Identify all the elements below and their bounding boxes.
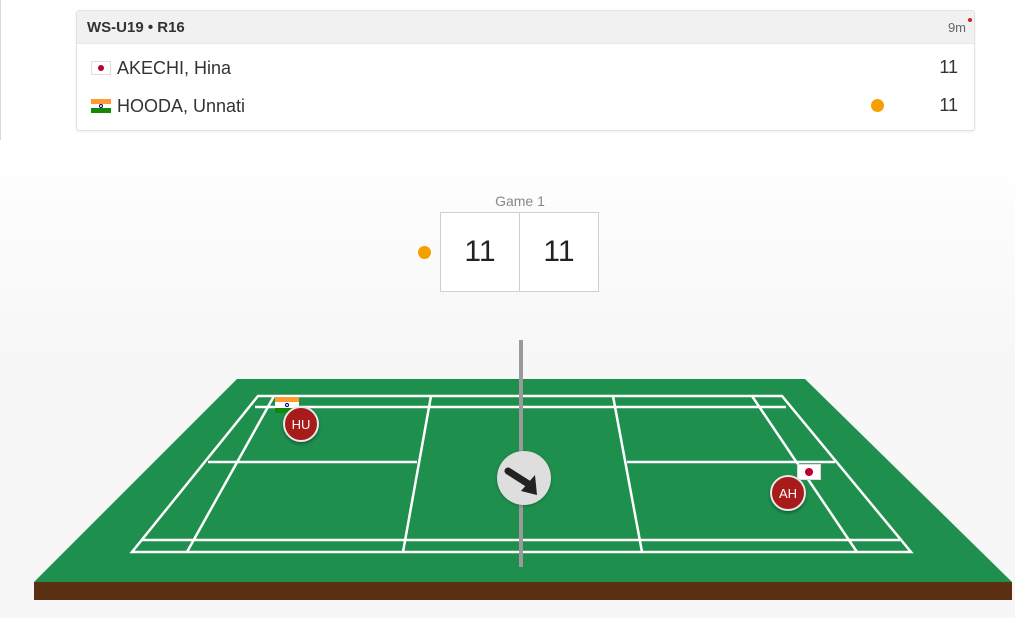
player-score: 11 [939, 95, 958, 115]
game-label: Game 1 [495, 193, 545, 209]
player-name: HOODA, Unnati [117, 96, 246, 116]
india-flag-icon [91, 99, 111, 113]
player-score: 11 [939, 57, 958, 77]
event-round-label: WS-U19 • R16 [87, 19, 185, 36]
player-marker-akechi[interactable]: AH [770, 475, 806, 511]
match-header: WS-U19 • R16 9m [77, 11, 974, 44]
player-row-akechi: AKECHI, Hina 11 [77, 51, 974, 85]
game-score-right: 11 [519, 213, 598, 291]
serve-indicator-icon [871, 99, 884, 112]
japan-flag-icon [91, 61, 111, 75]
player-marker-hooda[interactable]: HU [283, 406, 319, 442]
court-base [34, 582, 1012, 600]
game-score-box: 11 11 [440, 212, 599, 292]
serve-indicator-icon [418, 246, 431, 259]
japan-flag-icon [797, 464, 821, 480]
direction-button[interactable] [497, 451, 551, 505]
elapsed-time: 9m [947, 20, 966, 35]
arrow-down-right-icon [504, 467, 537, 495]
game-score-left: 11 [464, 235, 496, 268]
match-scoreboard-card[interactable]: WS-U19 • R16 9m AKECHI, Hina 11 HOODA, U… [76, 10, 975, 131]
player-name: AKECHI, Hina [117, 58, 232, 78]
live-indicator-icon [968, 18, 972, 22]
player-row-hooda: HOODA, Unnati 11 [77, 89, 974, 123]
